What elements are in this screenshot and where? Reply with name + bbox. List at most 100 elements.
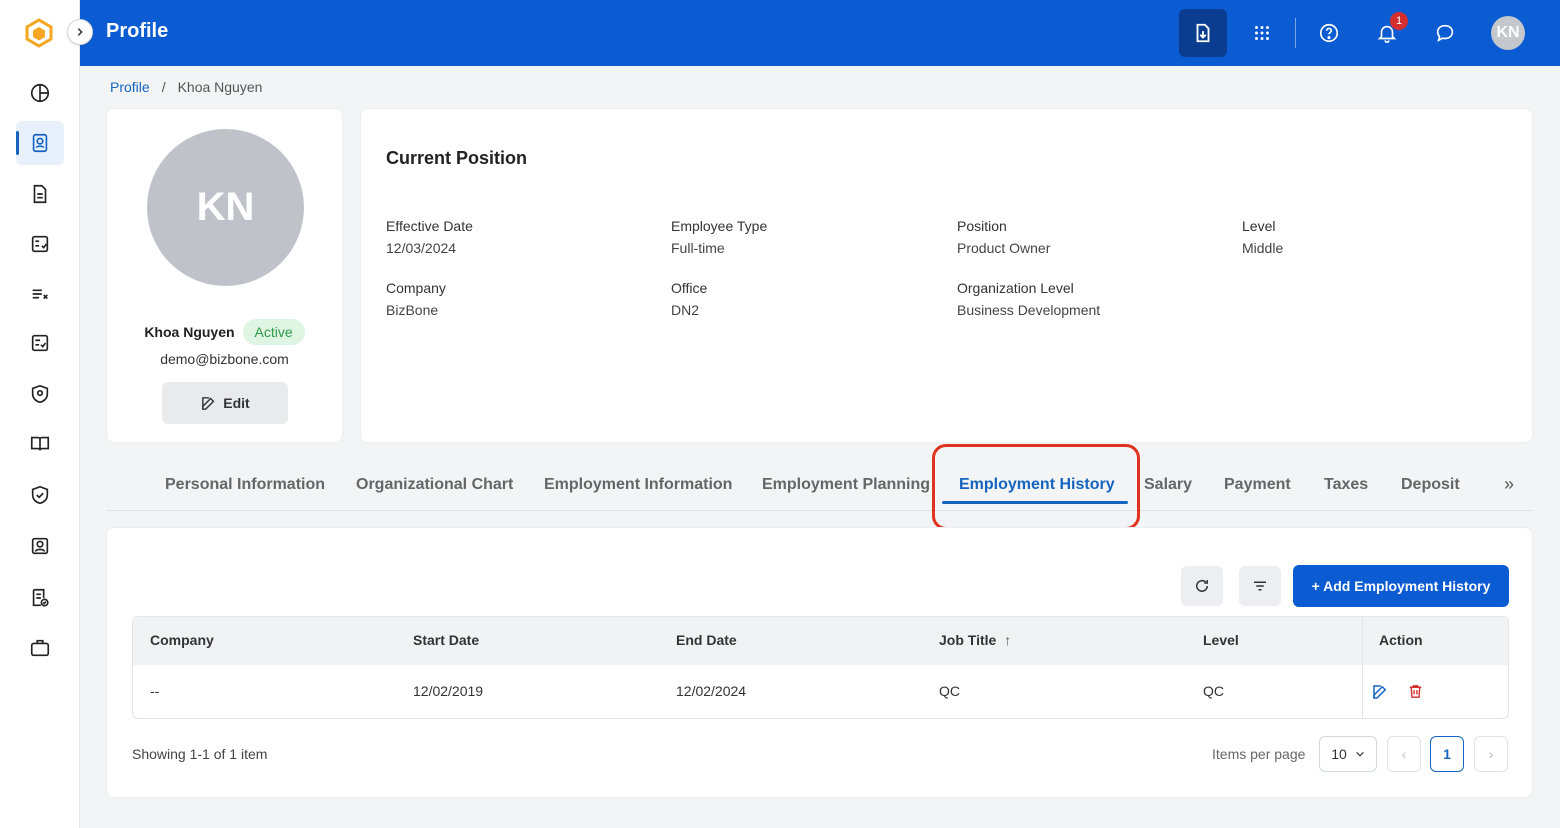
field-value: Business Development [957, 302, 1101, 318]
logo-icon[interactable] [24, 18, 54, 48]
pagination-summary: Showing 1-1 of 1 item [132, 746, 268, 762]
row-actions [1371, 683, 1424, 701]
page-title: Profile [106, 20, 169, 42]
refresh-button[interactable] [1181, 566, 1223, 606]
edit-icon [202, 396, 215, 410]
table-header: Company Start Date End Date Job Title ↑ … [133, 617, 1508, 665]
column-job-title[interactable]: Job Title ↑ [939, 632, 1011, 648]
profile-name: Khoa Nguyen [144, 324, 235, 340]
column-level[interactable]: Level [1203, 632, 1239, 648]
cell-end-date: 12/02/2024 [676, 683, 747, 699]
column-start-date[interactable]: Start Date [413, 632, 479, 648]
tab-payment[interactable]: Payment [1224, 476, 1291, 494]
document-icon[interactable] [16, 172, 64, 216]
tab-employment-planning[interactable]: Employment Planning [762, 476, 930, 494]
field-value: 12/03/2024 [386, 240, 457, 256]
user-avatar[interactable]: KN [1491, 16, 1525, 50]
field-label: Company [386, 280, 446, 296]
cell-job-title: QC [939, 683, 960, 699]
field-company: Company BizBone [386, 280, 446, 318]
delete-row-icon[interactable] [1407, 683, 1424, 700]
sort-ascending-icon[interactable]: ↑ [1004, 632, 1011, 648]
breadcrumb-profile-link[interactable]: Profile [110, 79, 150, 95]
chat-button[interactable] [1421, 9, 1469, 57]
apps-button[interactable] [1238, 9, 1286, 57]
field-label: Level [1242, 218, 1276, 234]
breadcrumb: Profile / Khoa Nguyen [110, 79, 262, 95]
field-label: Organization Level [957, 280, 1074, 296]
edit-profile-button[interactable]: Edit [162, 382, 288, 424]
profile-tabs: Personal Information Organizational Char… [106, 463, 1533, 511]
profile-avatar: KN [147, 129, 304, 286]
field-label: Office [671, 280, 708, 296]
book-icon[interactable] [16, 422, 64, 466]
prev-page-button[interactable]: ‹ [1387, 736, 1421, 772]
download-icon [1196, 23, 1210, 43]
page-1-button[interactable]: 1 [1430, 736, 1464, 772]
next-page-button[interactable]: › [1474, 736, 1508, 772]
column-company[interactable]: Company [150, 632, 214, 648]
briefcase-icon[interactable] [16, 626, 64, 670]
refresh-icon [1196, 579, 1208, 592]
dashboard-icon[interactable] [16, 71, 64, 115]
items-per-page-select[interactable]: 10 [1319, 736, 1377, 772]
breadcrumb-current: Khoa Nguyen [177, 79, 263, 95]
tab-organizational-chart[interactable]: Organizational Chart [356, 476, 513, 494]
column-job-title-label: Job Title [939, 632, 997, 648]
profile-email: demo@bizbone.com [160, 351, 289, 367]
help-button[interactable] [1305, 9, 1353, 57]
tab-taxes[interactable]: Taxes [1324, 476, 1368, 494]
profile-nav-icon[interactable] [16, 121, 64, 165]
status-badge: Active [242, 319, 305, 345]
field-label: Effective Date [386, 218, 473, 234]
security-icon[interactable] [16, 372, 64, 416]
review-icon[interactable] [16, 321, 64, 365]
checklist-icon[interactable] [16, 222, 64, 266]
edit-row-icon[interactable] [1371, 683, 1389, 701]
field-effective-date: Effective Date 12/03/2024 [386, 218, 473, 256]
top-header: Profile 1 KN [80, 0, 1560, 66]
field-value: DN2 [671, 302, 700, 318]
add-employment-history-button[interactable]: + Add Employment History [1293, 565, 1509, 607]
items-per-page-value: 10 [1331, 746, 1347, 762]
cell-start-date: 12/02/2019 [413, 683, 484, 699]
employment-history-table: Company Start Date End Date Job Title ↑ … [132, 616, 1509, 719]
tasks-icon[interactable] [16, 272, 64, 316]
chat-icon [1436, 24, 1454, 43]
notification-badge: 1 [1390, 12, 1408, 30]
highlight-annotation [932, 444, 1140, 530]
chevron-down-icon [1355, 751, 1364, 757]
shield-check-icon[interactable] [16, 473, 64, 517]
profile-card: KN Khoa Nguyen Active demo@bizbone.com E… [106, 108, 343, 443]
field-employee-type: Employee Type Full-time [671, 218, 767, 256]
edit-label: Edit [223, 395, 250, 411]
contact-icon[interactable] [16, 524, 64, 568]
download-button[interactable] [1179, 9, 1227, 57]
profile-name-row: Khoa Nguyen Active [107, 319, 342, 345]
field-level: Level Middle [1242, 218, 1283, 256]
breadcrumb-separator: / [161, 79, 166, 95]
field-value: Full-time [671, 240, 725, 256]
cell-company: -- [150, 683, 160, 699]
tab-personal-information[interactable]: Personal Information [165, 476, 325, 494]
help-icon [1319, 23, 1339, 43]
field-office: Office DN2 [671, 280, 707, 318]
field-value: BizBone [386, 302, 439, 318]
column-action: Action [1379, 632, 1423, 648]
field-organization-level: Organization Level Business Development [957, 280, 1100, 318]
approval-icon[interactable] [16, 576, 64, 620]
more-tabs-button[interactable]: » [1504, 474, 1514, 495]
tab-salary[interactable]: Salary [1144, 476, 1192, 494]
field-value: Product Owner [957, 240, 1051, 256]
notifications-button[interactable]: 1 [1363, 9, 1411, 57]
cell-level: QC [1203, 683, 1224, 699]
column-end-date[interactable]: End Date [676, 632, 737, 648]
sidebar-expand-button[interactable] [67, 19, 93, 45]
table-row: -- 12/02/2019 12/02/2024 QC QC [133, 665, 1508, 718]
filter-button[interactable] [1239, 566, 1281, 606]
tab-deposit[interactable]: Deposit [1401, 476, 1460, 494]
action-column-divider [1362, 617, 1363, 718]
items-per-page-label: Items per page [1212, 746, 1306, 762]
employment-history-card: + Add Employment History Company Start D… [106, 527, 1533, 798]
tab-employment-information[interactable]: Employment Information [544, 476, 732, 494]
